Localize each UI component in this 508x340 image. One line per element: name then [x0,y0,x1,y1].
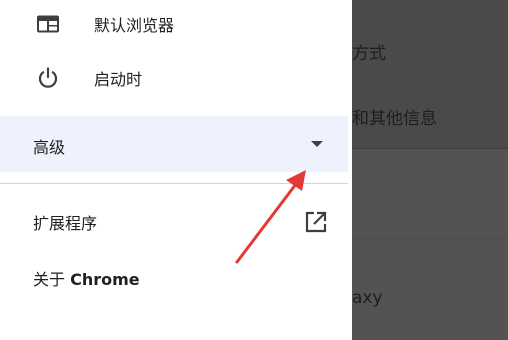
backdrop-text-fragment: 和其他信息 [352,109,437,129]
caret-down-icon[interactable] [311,141,323,147]
menu-item-label: 启动时 [94,70,143,89]
backdrop-divider [352,238,508,239]
menu-item-advanced[interactable]: 高级 [0,116,348,172]
menu-item-label: 扩展程序 [33,214,98,233]
about-prefix: 关于 [33,270,71,289]
backdrop-divider [352,148,508,149]
about-brand: Chrome [70,270,140,289]
backdrop-text-fragment: 方式 [352,44,386,64]
menu-item-extensions[interactable]: 扩展程序 [0,198,348,246]
dimmed-page-backdrop: 方式 和其他信息 axy [352,0,508,340]
menu-item-about-chrome[interactable]: 关于 Chrome [0,254,348,302]
browser-window-icon [36,12,60,36]
menu-item-on-startup[interactable]: 启动时 [0,54,348,102]
menu-divider [0,183,348,184]
backdrop-text-fragment: axy [352,288,383,308]
menu-item-label: 高级 [33,138,66,157]
menu-item-label: 默认浏览器 [94,16,175,35]
open-in-new-icon[interactable] [304,210,328,234]
menu-item-label: 关于 Chrome [33,266,140,290]
settings-drawer: 默认浏览器 启动时 高级 扩展程序 关于 Chrome [0,0,352,340]
menu-item-default-browser[interactable]: 默认浏览器 [0,0,348,48]
power-icon [36,66,60,90]
